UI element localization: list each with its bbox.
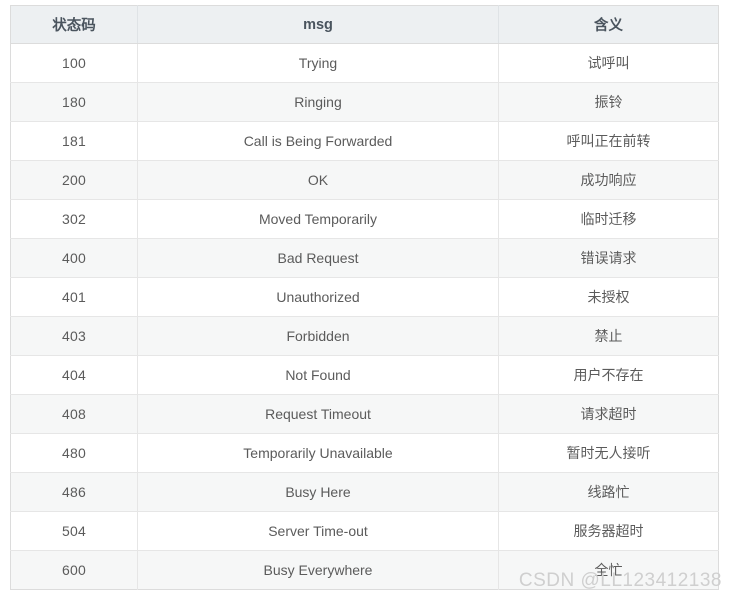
- cell-meaning: 全忙: [594, 562, 623, 578]
- table-row: 302 Moved Temporarily 临时迁移: [10, 199, 719, 239]
- table-row: 404 Not Found 用户不存在: [10, 355, 719, 395]
- cell-status-code: 600: [10, 550, 138, 590]
- table-row: 486 Busy Here 线路忙: [10, 472, 719, 512]
- cell-msg: Temporarily Unavailable: [137, 433, 499, 473]
- cell-msg: Server Time-out: [137, 511, 499, 551]
- cell-status-code: 404: [10, 355, 138, 395]
- cell-meaning: 成功响应: [498, 160, 719, 200]
- column-header-status-code: 状态码: [10, 5, 138, 44]
- cell-msg: Moved Temporarily: [137, 199, 499, 239]
- cell-msg: Forbidden: [137, 316, 499, 356]
- cell-meaning: 未授权: [498, 277, 719, 317]
- cell-meaning: 试呼叫: [498, 43, 719, 83]
- sip-status-code-table-container: 状态码 msg 含义 100 Trying 试呼叫 180 Ringing 振铃 181 Ca…: [10, 5, 719, 590]
- table-row: 401 Unauthorized 未授权: [10, 277, 719, 317]
- sip-status-code-table: 状态码 msg 含义 100 Trying 试呼叫 180 Ringing 振铃 181 Ca…: [10, 5, 719, 590]
- cell-msg: OK: [137, 160, 499, 200]
- column-header-meaning: 含义: [498, 5, 719, 44]
- table-row: 504 Server Time-out 服务器超时: [10, 511, 719, 551]
- cell-status-code: 480: [10, 433, 138, 473]
- table-header: 状态码 msg 含义: [10, 5, 719, 44]
- cell-meaning: 禁止: [498, 316, 719, 356]
- table-row: 403 Forbidden 禁止: [10, 316, 719, 356]
- table-row: 600 Busy Everywhere 全忙: [10, 550, 719, 590]
- cell-msg: Call is Being Forwarded: [137, 121, 499, 161]
- table-row: 181 Call is Being Forwarded 呼叫正在前转: [10, 121, 719, 161]
- table-row: 200 OK 成功响应: [10, 160, 719, 200]
- cell-meaning: 呼叫正在前转: [498, 121, 719, 161]
- cell-status-code: 181: [10, 121, 138, 161]
- table-row: 480 Temporarily Unavailable 暂时无人接听: [10, 433, 719, 473]
- cell-msg: Bad Request: [137, 238, 499, 278]
- cell-status-code: 200: [10, 160, 138, 200]
- cell-msg: Request Timeout: [137, 394, 499, 434]
- cell-meaning: 服务器超时: [498, 511, 719, 551]
- cell-status-code: 408: [10, 394, 138, 434]
- cell-status-code: 180: [10, 82, 138, 122]
- cell-msg: Busy Here: [137, 472, 499, 512]
- cell-status-code: 100: [10, 43, 138, 83]
- cell-meaning: 振铃: [498, 82, 719, 122]
- cell-msg: Ringing: [137, 82, 499, 122]
- cell-status-code: 401: [10, 277, 138, 317]
- cell-meaning: 线路忙: [498, 472, 719, 512]
- cell-meaning: 暂时无人接听: [498, 433, 719, 473]
- table-header-row: 状态码 msg 含义: [10, 5, 719, 44]
- table-row: 180 Ringing 振铃: [10, 82, 719, 122]
- cell-status-code: 403: [10, 316, 138, 356]
- cell-status-code: 400: [10, 238, 138, 278]
- cell-meaning: 用户不存在: [498, 355, 719, 395]
- cell-msg: Not Found: [137, 355, 499, 395]
- cell-msg: Unauthorized: [137, 277, 499, 317]
- cell-status-code: 504: [10, 511, 138, 551]
- cell-status-code: 302: [10, 199, 138, 239]
- column-header-msg: msg: [137, 5, 499, 44]
- cell-meaning: 临时迁移: [498, 199, 719, 239]
- cell-meaning: 错误请求: [498, 238, 719, 278]
- table-body: 100 Trying 试呼叫 180 Ringing 振铃 181 Call is Being…: [10, 43, 719, 590]
- cell-status-code: 486: [10, 472, 138, 512]
- cell-msg: Busy Everywhere: [137, 550, 499, 590]
- table-row: 100 Trying 试呼叫: [10, 43, 719, 83]
- cell-msg: Trying: [137, 43, 499, 83]
- table-row: 400 Bad Request 错误请求: [10, 238, 719, 278]
- cell-meaning: 请求超时: [498, 394, 719, 434]
- table-row: 408 Request Timeout 请求超时: [10, 394, 719, 434]
